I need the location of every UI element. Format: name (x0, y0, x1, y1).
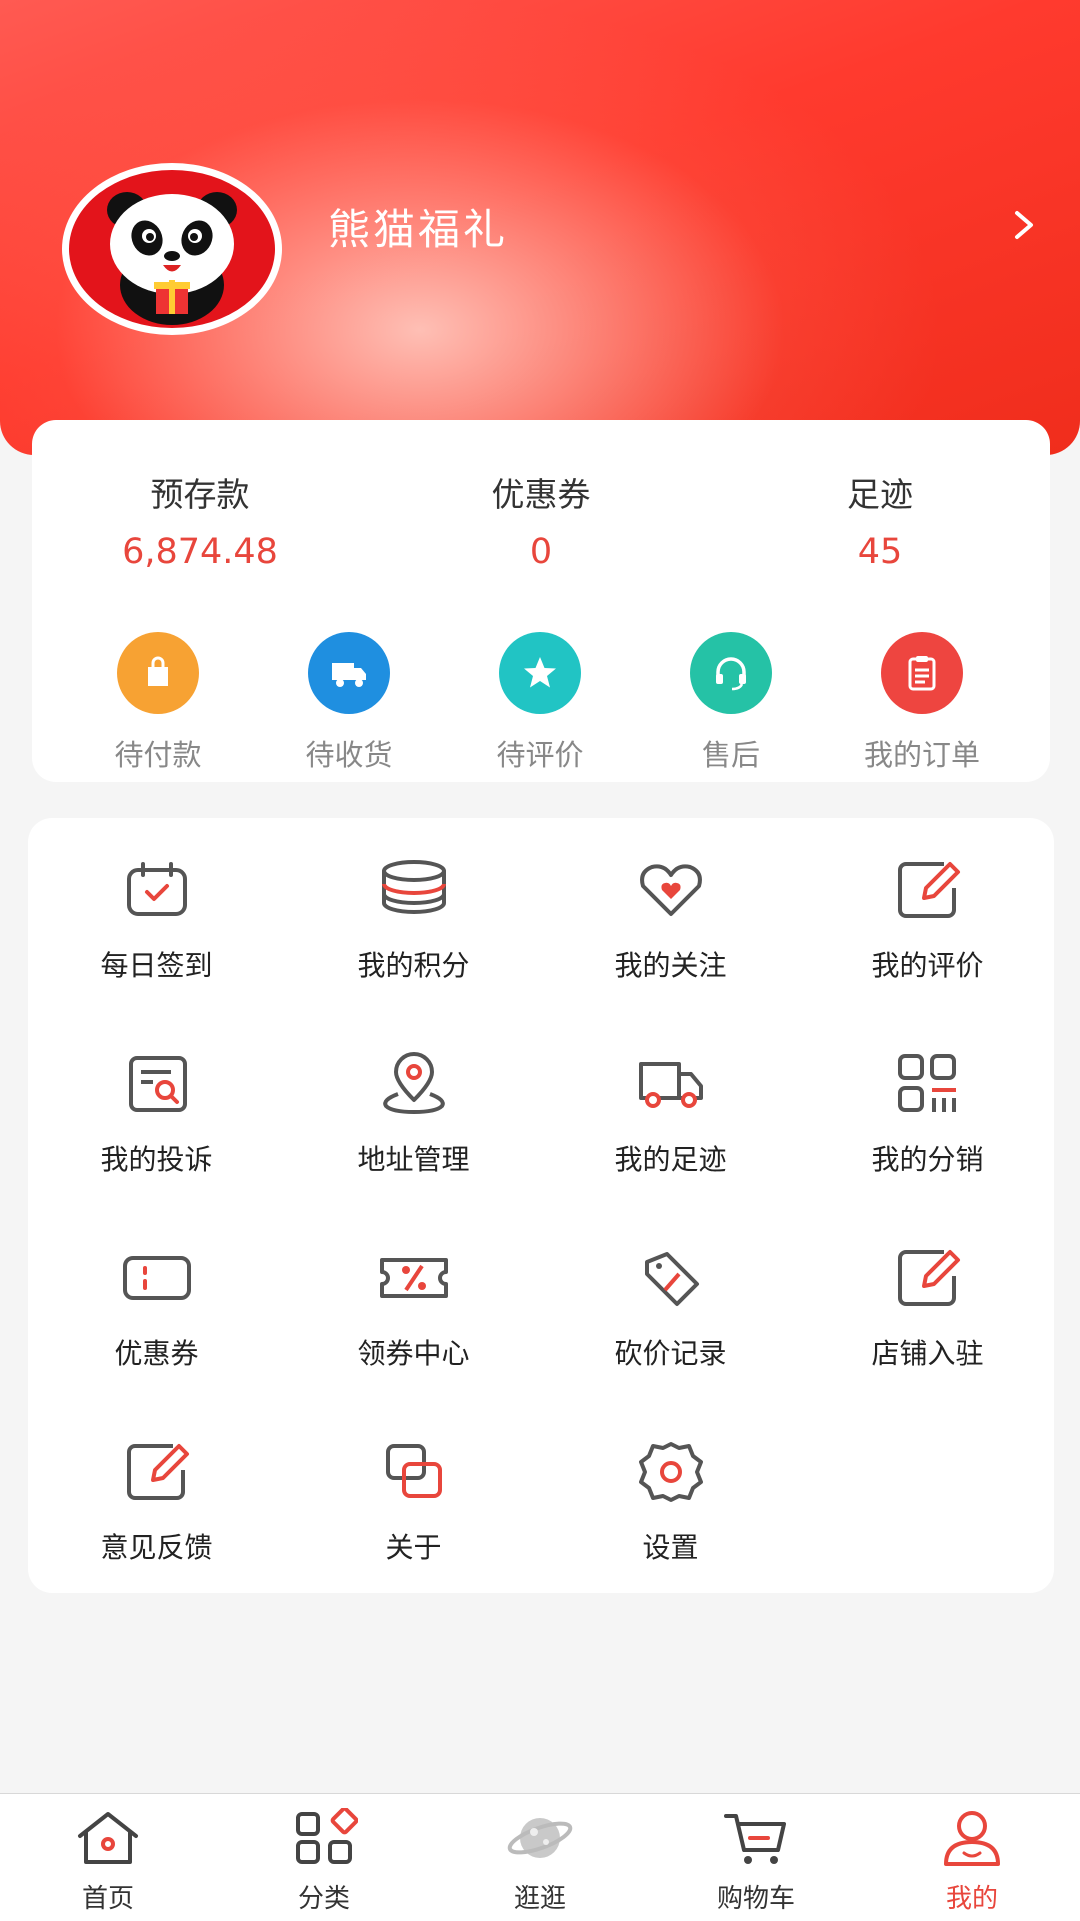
menu-address-management[interactable]: 地址管理 (285, 1052, 542, 1178)
menu-label: 我的关注 (614, 949, 727, 982)
order-after-sales[interactable]: 售后 (636, 632, 826, 774)
category-icon (296, 1806, 359, 1864)
tab-home[interactable]: 首页 (0, 1808, 216, 1915)
menu-bargain-records[interactable]: 砍价记录 (542, 1246, 799, 1372)
order-label: 待付款 (114, 738, 202, 772)
tab-me[interactable]: 我的 (864, 1808, 1080, 1915)
order-my-orders[interactable]: 我的订单 (827, 632, 1017, 774)
tab-category[interactable]: 分类 (216, 1806, 432, 1915)
menu-label: 领券中心 (357, 1337, 470, 1370)
planet-icon (507, 1818, 573, 1858)
heart-icon (639, 864, 702, 916)
location-pin-icon (382, 1052, 445, 1115)
order-label: 待收货 (305, 738, 393, 772)
menu-my-footprint[interactable]: 我的足迹 (542, 1052, 799, 1178)
tab-browse[interactable]: 逛逛 (432, 1808, 648, 1915)
menu-label: 砍价记录 (614, 1337, 727, 1370)
star-icon (499, 632, 581, 714)
home-icon (78, 1812, 138, 1864)
overlap-squares-icon (385, 1444, 442, 1498)
order-label: 售后 (701, 738, 760, 772)
order-label: 我的订单 (863, 738, 980, 772)
stat-label: 足迹 (847, 475, 913, 514)
tab-label: 我的 (945, 1884, 998, 1914)
coin-stack-icon (381, 860, 446, 914)
avatar[interactable] (62, 163, 282, 335)
stat-coupons[interactable]: 优惠券 0 (421, 468, 661, 572)
menu-my-complaints[interactable]: 我的投诉 (28, 1052, 285, 1178)
shopping-bag-icon (117, 632, 199, 714)
edit-icon (897, 1250, 960, 1306)
stat-footprint[interactable]: 足迹 45 (760, 468, 1000, 572)
stat-value: 6,874.48 (122, 532, 278, 572)
stat-label: 优惠券 (491, 475, 591, 514)
menu-my-distribution[interactable]: 我的分销 (799, 1052, 1056, 1178)
menu-daily-checkin[interactable]: 每日签到 (28, 858, 285, 984)
menu-label: 我的足迹 (614, 1143, 727, 1176)
stat-label: 预存款 (150, 475, 250, 514)
tab-label: 首页 (81, 1884, 134, 1914)
menu-my-reviews[interactable]: 我的评价 (799, 858, 1056, 984)
order-pending-payment[interactable]: 待付款 (63, 632, 253, 774)
tab-label: 逛逛 (513, 1884, 566, 1914)
menu-coupon-center[interactable]: 领券中心 (285, 1246, 542, 1372)
menu-feedback[interactable]: 意见反馈 (28, 1440, 285, 1566)
menu-label: 关于 (385, 1531, 442, 1564)
ticket-icon (122, 1256, 191, 1300)
service-menu-card: 每日签到 我的积分 我的关注 我的评价 我的投诉 地址管理 我的足迹 我的分销 … (28, 818, 1054, 1593)
tab-label: 分类 (297, 1884, 350, 1914)
menu-label: 我的评价 (871, 949, 984, 982)
stat-deposit[interactable]: 预存款 6,874.48 (80, 468, 320, 572)
calendar-check-icon (126, 862, 187, 916)
truck-icon (638, 1062, 703, 1108)
stat-value: 45 (857, 532, 903, 572)
menu-label: 地址管理 (357, 1143, 470, 1176)
price-tag-icon (644, 1252, 699, 1306)
complaint-search-icon (128, 1056, 187, 1112)
menu-label: 意见反馈 (100, 1531, 213, 1564)
stat-value: 0 (529, 532, 553, 572)
edit-icon (897, 862, 960, 918)
truck-icon (308, 632, 390, 714)
tab-label: 购物车 (716, 1884, 795, 1914)
menu-settings[interactable]: 设置 (542, 1440, 799, 1566)
menu-my-follows[interactable]: 我的关注 (542, 858, 799, 984)
menu-label: 每日签到 (100, 949, 213, 982)
menu-label: 我的投诉 (100, 1143, 213, 1176)
username[interactable]: 熊猫福礼 (328, 196, 508, 257)
menu-about[interactable]: 关于 (285, 1440, 542, 1566)
menu-label: 设置 (642, 1531, 699, 1564)
account-summary-card: 预存款 6,874.48 优惠券 0 足迹 45 待付款 待收货 待评价 售后 (32, 420, 1050, 782)
cart-icon (724, 1814, 786, 1864)
menu-label: 我的积分 (357, 949, 470, 982)
menu-label: 店铺入驻 (871, 1337, 984, 1370)
tab-cart[interactable]: 购物车 (648, 1808, 864, 1915)
user-icon (944, 1811, 1000, 1866)
menu-my-points[interactable]: 我的积分 (285, 858, 542, 984)
menu-label: 我的分销 (871, 1143, 984, 1176)
menu-store-signup[interactable]: 店铺入驻 (799, 1246, 1056, 1372)
gear-icon (638, 1442, 703, 1502)
order-label: 待评价 (496, 738, 584, 772)
bottom-tab-bar: 首页 分类 逛逛 购物车 我的 (0, 1793, 1080, 1921)
coupon-percent-icon (379, 1258, 448, 1298)
order-pending-receipt[interactable]: 待收货 (254, 632, 444, 774)
order-pending-review[interactable]: 待评价 (445, 632, 635, 774)
clipboard-icon (881, 632, 963, 714)
chevron-right-icon[interactable] (1005, 205, 1041, 245)
grid-chart-icon (897, 1054, 956, 1112)
headset-icon (690, 632, 772, 714)
edit-icon (126, 1444, 189, 1500)
panda-logo-icon (69, 170, 275, 328)
menu-label: 优惠券 (114, 1337, 199, 1370)
menu-coupons[interactable]: 优惠券 (28, 1246, 285, 1372)
